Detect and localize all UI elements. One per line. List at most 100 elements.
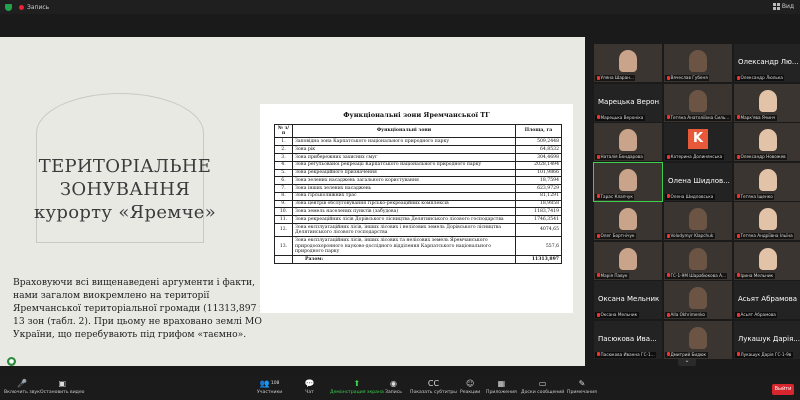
participant-tile[interactable]: Alla Okhrimenko <box>664 281 732 319</box>
participant-tile[interactable]: Ірина Мельник <box>734 241 800 280</box>
participant-tile[interactable]: Марія Павук <box>594 241 662 280</box>
participant-tile[interactable]: Олександр Новожев <box>734 123 800 161</box>
unmute-button[interactable]: 🎤 Включить звук <box>4 379 40 395</box>
participant-name: Пасюкова Иванна ГС-1... <box>600 351 655 357</box>
participant-tile[interactable]: ГС-1-9М Шарабюкова А... <box>664 241 732 280</box>
participant-name-label: Вячеслав Губеня <box>665 75 710 81</box>
participant-name: Лукашук Дарія ГС-1-9в <box>740 351 792 357</box>
stop-video-button[interactable]: ▣ Остановить видео <box>40 379 85 395</box>
mic-muted-icon <box>596 194 600 198</box>
participant-name: Олександр Новожев <box>740 154 786 159</box>
participant-tile[interactable]: Лукашук Дарія... Лукашук Дарія ГС-1-9в <box>734 320 800 359</box>
participant-tile[interactable]: Тетяна Іщенко <box>734 162 800 201</box>
total-label: Разом: <box>292 255 516 265</box>
participant-tile[interactable]: Олександр Лю... Олександр Люлька <box>734 44 800 82</box>
row-number: 12. <box>274 222 293 238</box>
notes-button[interactable]: ✎ Примечания <box>567 379 597 395</box>
participant-video-avatar <box>759 89 777 112</box>
reactions-button[interactable]: ☺ Реакции <box>460 379 480 395</box>
row-area: 509,2448 <box>515 137 562 147</box>
participant-tile[interactable]: K Катерина Долинянська <box>664 123 732 161</box>
share-screen-label: Демонстрация экрана <box>330 390 384 395</box>
participant-name-label: ГС-1-9М Шарабюкова А... <box>665 272 728 279</box>
notes-label: Примечания <box>567 390 597 395</box>
slide-title-line: курорту «Яремче» <box>33 202 217 223</box>
table-row: 6. Зона зелених насаджень загального кори… <box>274 176 562 186</box>
participant-name-label: Олександр Люлька <box>735 75 785 81</box>
row-area: 304,4698 <box>515 152 562 162</box>
participant-tile[interactable]: Тарас Клапчук <box>593 161 663 202</box>
participant-name: ГС-1-9М Шарабюкова А... <box>670 272 726 278</box>
mic-muted-icon <box>666 273 670 277</box>
chat-button[interactable]: 💬 Чат <box>304 379 315 395</box>
captions-button[interactable]: CC Показать субтитры <box>410 379 457 395</box>
participants-gallery: ⌄ Уляна Шаран... Вячеслав Губеня Олександр… <box>590 40 800 368</box>
participant-name: Тарас Клапчук <box>600 193 633 199</box>
row-zone-name: Заповідна зона Карпатського національног… <box>292 137 516 147</box>
record-label: Запись <box>385 390 402 395</box>
header-area: Площа, га <box>515 123 562 139</box>
row-number: 4. <box>274 160 293 170</box>
participant-name-label: Volodymyr Klapchuk <box>665 233 715 239</box>
participant-name: Alla Okhrimenko <box>670 312 706 317</box>
participant-tile[interactable]: Тетяна Андріївна Ільїна <box>734 202 800 240</box>
notes-icon: ✎ <box>578 379 586 388</box>
row-number: 2. <box>274 145 293 154</box>
participant-name: Оксана Мельник <box>600 312 638 317</box>
participant-tile[interactable]: Вячеслав Губеня <box>664 44 732 82</box>
apps-button[interactable]: ▦ Приложения <box>486 379 517 395</box>
participant-tile[interactable]: Марк'ява Ячинч <box>734 83 800 122</box>
camera-icon: ▣ <box>58 379 67 388</box>
participant-name-label: Марецька Вероніка <box>595 114 645 121</box>
participant-tile[interactable]: Тетяна Анатоліївна Силь... <box>664 83 732 122</box>
chat-icon: 💬 <box>304 379 315 388</box>
participant-tile[interactable]: Олег Бортнічук <box>594 202 662 240</box>
participants-count: 108 <box>270 381 280 386</box>
row-number: 13. <box>274 236 293 257</box>
participants-icon: 👥 <box>259 379 270 388</box>
mic-muted-icon <box>736 233 740 238</box>
view-button[interactable]: Вид <box>772 3 794 10</box>
slide-title-line: ТЕРИТОРІАЛЬНЕ <box>38 156 212 177</box>
row-zone-name: Зона земель населених пунктів (забудова) <box>292 207 516 217</box>
participant-display-name: Асьят Абрамова <box>738 295 798 303</box>
participant-tile[interactable]: Уляна Шаран... <box>594 44 662 82</box>
participant-name: Вячеслав Губеня <box>670 75 708 80</box>
whiteboard-icon: ▭ <box>538 379 547 388</box>
mic-muted-icon <box>596 312 600 317</box>
row-zone-name: Зона прибережних захисних смуг <box>292 152 516 162</box>
participants-button[interactable]: 👥 108 Участники <box>257 379 282 395</box>
participant-tile[interactable]: Олена Шидлов... Олена Шидловська <box>664 162 732 201</box>
row-area: 2028,1494 <box>515 160 562 170</box>
table-row: 11. Зона рекреаційних лісів Дорівського л… <box>274 215 562 224</box>
table-row: 10. Зона земель населених пунктів (забудо… <box>274 207 562 217</box>
table-row: 13. Зона експлуатаційних лісів, інших ліс… <box>274 236 562 257</box>
slide-title-line: ЗОНУВАННЯ <box>59 179 191 200</box>
participant-tile[interactable]: Оксана Мельник Оксана Мельник <box>594 281 662 319</box>
whiteboards-button[interactable]: ▭ Доски сообщений <box>521 379 564 395</box>
row-number: 11. <box>274 215 293 224</box>
participant-name-label: Тетяна Іщенко <box>735 193 775 200</box>
participant-video-avatar <box>689 208 707 230</box>
leave-button[interactable]: Выйти <box>772 384 794 395</box>
participant-tile[interactable]: Volodymyr Klapchuk <box>664 202 732 240</box>
zones-table: № з/п Функціональні зони Площа, га 1. Зап… <box>274 123 562 265</box>
share-screen-button[interactable]: ⬆ Демонстрация экрана <box>330 379 384 395</box>
participant-tile[interactable]: Наталія Бондарова <box>594 123 662 161</box>
participant-name-label: Асьят Абрамова <box>735 312 778 318</box>
table-row: 3. Зона прибережних захисних смуг 304,4698 <box>274 152 562 162</box>
row-number: 8. <box>274 191 293 201</box>
participant-name-label: Наталія Бондарова <box>595 154 645 160</box>
shield-icon[interactable] <box>5 3 12 11</box>
row-zone-name: Зона зелених насаджень загального корист… <box>292 176 516 186</box>
participant-video-avatar <box>689 50 707 72</box>
mic-muted-icon <box>736 75 740 80</box>
participant-tile[interactable]: Дмитрий Бидюк <box>664 320 732 359</box>
participant-tile[interactable]: Пасюкова Ива... Пасюкова Иванна ГС-1... <box>594 320 662 359</box>
participant-tile[interactable]: Марецька Верон... Марецька Вероніка <box>594 83 662 122</box>
row-number: 9. <box>274 199 293 209</box>
record-button[interactable]: ◉ Запись <box>385 379 402 395</box>
participant-name: Олег Бортнічук <box>600 233 635 238</box>
participant-tile[interactable]: Асьят Абрамова Асьят Абрамова <box>734 281 800 319</box>
mic-muted-icon <box>666 115 670 119</box>
